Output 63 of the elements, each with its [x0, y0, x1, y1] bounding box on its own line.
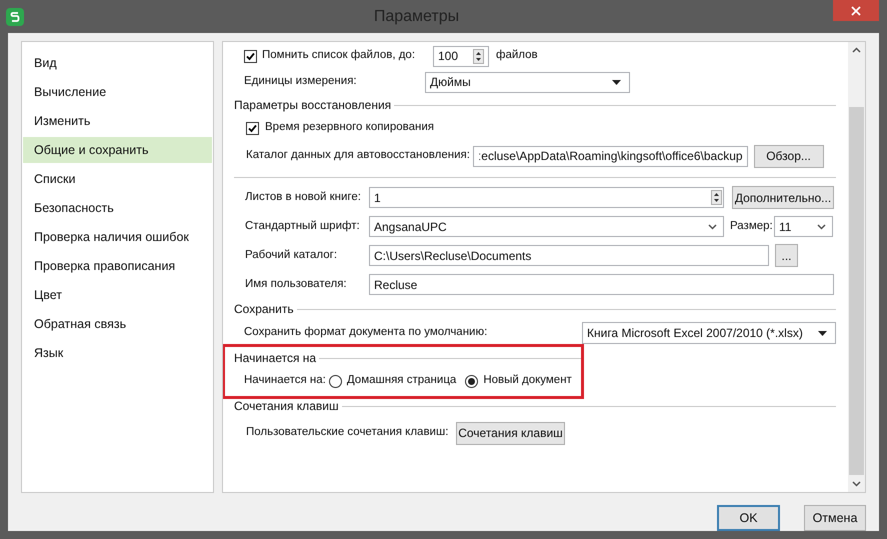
field-label: Единицы измерения: [244, 74, 358, 90]
sidebar-item[interactable]: Цвет [23, 282, 212, 308]
radio-label: Новый документ [483, 373, 572, 388]
spinner-arrows-icon[interactable] [473, 48, 484, 64]
field-label: Имя пользователя: [245, 276, 348, 292]
username-field[interactable]: Recluse [369, 274, 834, 295]
number-field[interactable]: 100 [433, 46, 489, 66]
group-title: Начинается на [234, 350, 318, 367]
radio-button[interactable] [465, 374, 478, 388]
checkmark-icon [246, 52, 255, 60]
size-dropdown[interactable]: 11 [774, 216, 833, 237]
field-label: Начинается на: [244, 373, 326, 388]
sidebar-item[interactable]: Изменить [23, 108, 212, 134]
group-title: Сочетания клавиш [234, 398, 340, 415]
sidebar-item[interactable]: Обратная связь [23, 311, 212, 337]
number-field[interactable]: 1 [369, 187, 724, 208]
close-button[interactable] [833, 0, 879, 21]
option-label: Время резервного копирования [265, 120, 434, 136]
checkbox[interactable] [244, 50, 257, 62]
close-icon [851, 6, 861, 16]
scrollbar[interactable] [848, 42, 865, 492]
sidebar-item[interactable]: Безопасность [23, 195, 212, 221]
caret-icon [818, 330, 827, 336]
format-dropdown[interactable]: Книга Microsoft Excel 2007/2010 (*.xlsx) [582, 322, 836, 344]
window-title: Параметры [372, 6, 460, 26]
shortcuts-button[interactable]: Сочетания клавиш [456, 422, 565, 444]
field-label: Сохранить формат документа по умолчанию: [244, 325, 488, 340]
field-label: Рабочий каталог: [245, 248, 338, 263]
checkmark-icon [248, 124, 257, 132]
browse-button[interactable]: ... [775, 244, 798, 267]
group-title: Сохранить [234, 301, 295, 318]
units-dropdown[interactable]: Дюймы [425, 72, 630, 92]
group-title: Параметры восстановления [234, 97, 392, 114]
more-button[interactable]: Дополнительно... [732, 186, 834, 209]
browse-button[interactable]: Обзор... [754, 144, 824, 168]
folder-field[interactable]: C:\Users\Recluse\Documents [369, 245, 769, 266]
field-label: Пользовательские сочетания клавиш: [246, 425, 450, 440]
app-logo-icon [6, 8, 24, 26]
radio-button[interactable] [328, 374, 342, 388]
checkbox[interactable] [246, 122, 259, 134]
sidebar-item[interactable]: Проверка правописания [23, 253, 212, 279]
spinner-arrows-icon[interactable] [711, 190, 722, 205]
sidebar-item[interactable]: Вычисление [23, 79, 212, 105]
option-label: Помнить список файлов, до: [262, 48, 416, 64]
scroll-thumb[interactable] [849, 107, 864, 475]
path-field[interactable]: ːecluse\AppData\Roaming\kingsoft\office6\backup [472, 146, 748, 166]
chevron-icon [817, 224, 826, 230]
field-label: Каталог данных для автовосстановления: [246, 148, 471, 164]
sidebar-item[interactable]: Язык [23, 340, 212, 366]
caret-icon [612, 80, 621, 84]
chevron-icon [708, 224, 717, 230]
radio-label: Домашняя страница [346, 373, 456, 388]
field-label: Листов в новой книге: [245, 190, 362, 205]
sidebar-item[interactable]: Вид [23, 50, 212, 76]
dialog-button[interactable]: OK [717, 505, 780, 531]
sidebar-item[interactable]: Проверка наличия ошибок [23, 224, 212, 250]
unit-label: файлов [496, 48, 538, 64]
font-dropdown[interactable]: AngsanaUPC [369, 216, 724, 237]
dialog-button[interactable]: Отмена [804, 505, 866, 531]
field-label: Стандартный шрифт: [245, 218, 361, 234]
sidebar-item[interactable]: Списки [23, 166, 212, 192]
sidebar-item[interactable]: Общие и сохранить [23, 137, 212, 163]
field-label: Размер: [730, 218, 774, 234]
